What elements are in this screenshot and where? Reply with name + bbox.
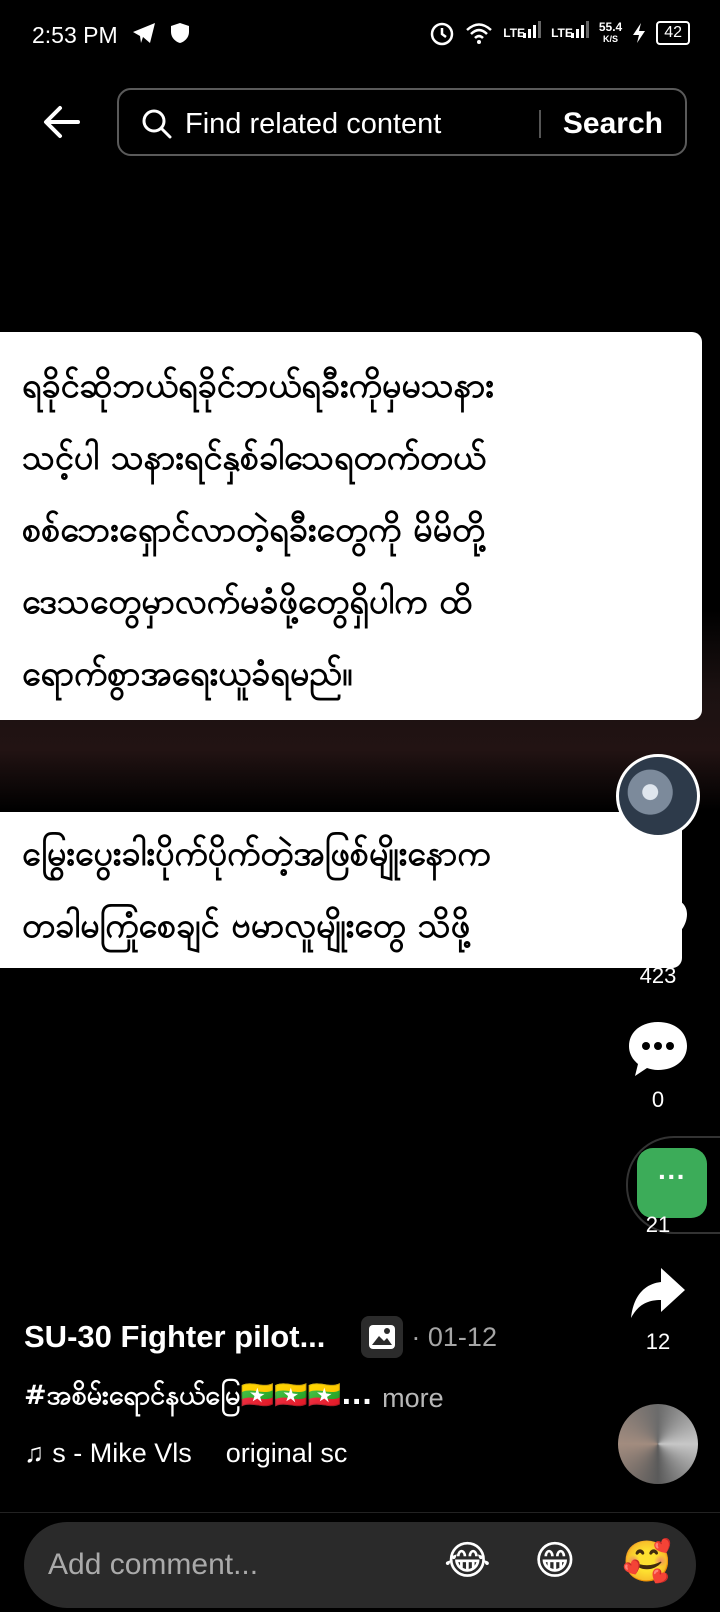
alarm-icon bbox=[431, 22, 454, 46]
comment-input[interactable]: Add comment... 😂 😁 🥰 bbox=[24, 1522, 696, 1608]
signal-1: LTE bbox=[503, 21, 542, 40]
post-info: SU-30 Fighter pilot... · 01-12 #အစိမ်းရေ… bbox=[24, 1316, 604, 1469]
photo-badge bbox=[361, 1316, 404, 1358]
caption-text-2: မြွေးပွေးခါးပိုက်ပိုက်တဲ့အဖြစ်မျိုးနောက … bbox=[22, 834, 491, 946]
share-icon bbox=[631, 1268, 685, 1318]
like-button[interactable]: 423 bbox=[622, 898, 694, 989]
music-track: original sc bbox=[225, 1438, 348, 1468]
emoji-grin-button[interactable]: 😁 bbox=[534, 1538, 576, 1584]
post-hashtags[interactable]: #အစိမ်းရောင်နယ်မြေ🇲🇲🇲🇲🇲🇲... bbox=[24, 1378, 372, 1418]
wifi-icon bbox=[466, 23, 493, 44]
comment-placeholder: Add comment... bbox=[48, 1548, 259, 1581]
caption-text-1: ရခိုင်ဆိုဘယ်ရခိုင်ဘယ်ရခီးကိုမှမသနား သင့်… bbox=[22, 366, 494, 694]
charging-icon bbox=[633, 23, 646, 43]
image-icon bbox=[369, 1325, 396, 1349]
share-button[interactable]: 12 bbox=[622, 1266, 694, 1355]
floating-more-button[interactable]: ··· bbox=[637, 1148, 707, 1218]
back-arrow-icon bbox=[44, 106, 80, 138]
comment-icon bbox=[629, 1022, 687, 1076]
search-input[interactable]: Find related content Search bbox=[117, 88, 687, 156]
post-title[interactable]: SU-30 Fighter pilot... bbox=[24, 1319, 325, 1355]
share-count: 12 bbox=[645, 1329, 671, 1354]
heart-icon bbox=[629, 899, 687, 952]
battery-level: 42 bbox=[656, 21, 690, 45]
music-note-icon: ♫ bbox=[24, 1438, 45, 1468]
search-divider bbox=[539, 110, 541, 138]
caption-block-2: မြွေးပွေးခါးပိုက်ပိုက်တဲ့အဖြစ်မျိုးနောက … bbox=[0, 812, 682, 968]
telegram-icon bbox=[133, 23, 155, 43]
more-link[interactable]: more bbox=[382, 1383, 444, 1414]
hidden-count: 21 bbox=[645, 1212, 671, 1237]
creator-avatar[interactable] bbox=[616, 754, 700, 838]
post-date: · 01-12 bbox=[411, 1321, 497, 1352]
comment-bar: Add comment... 😂 😁 🥰 bbox=[0, 1512, 720, 1612]
signal-2: LTE bbox=[551, 21, 589, 40]
comment-count: 0 bbox=[651, 1087, 665, 1112]
shield-icon bbox=[171, 23, 189, 43]
emoji-laugh-button[interactable]: 😂 bbox=[444, 1538, 491, 1584]
search-placeholder: Find related content bbox=[185, 108, 442, 140]
search-button[interactable]: Search bbox=[563, 107, 663, 141]
search-icon bbox=[142, 109, 172, 139]
music-row[interactable]: ♫ s - Mike Vls original sc bbox=[24, 1438, 604, 1469]
network-speed: 55.4 K/S bbox=[598, 20, 623, 44]
back-button[interactable] bbox=[40, 100, 84, 144]
emoji-love-button[interactable]: 🥰 bbox=[622, 1538, 672, 1585]
caption-block-1: ရခိုင်ဆိုဘယ်ရခိုင်ဘယ်ရခီးကိုမှမသနား သင့်… bbox=[0, 332, 702, 720]
status-bar: 2:53 PM LTE LTE 55.4 K/S 42 bbox=[0, 0, 720, 72]
top-bar: Find related content Search bbox=[0, 86, 720, 158]
like-count: 423 bbox=[639, 963, 677, 988]
music-disc[interactable] bbox=[618, 1404, 698, 1484]
music-artist: s - Mike Vls bbox=[52, 1438, 192, 1468]
comment-button[interactable]: 0 bbox=[622, 1020, 694, 1113]
status-time: 2:53 PM bbox=[32, 22, 118, 48]
